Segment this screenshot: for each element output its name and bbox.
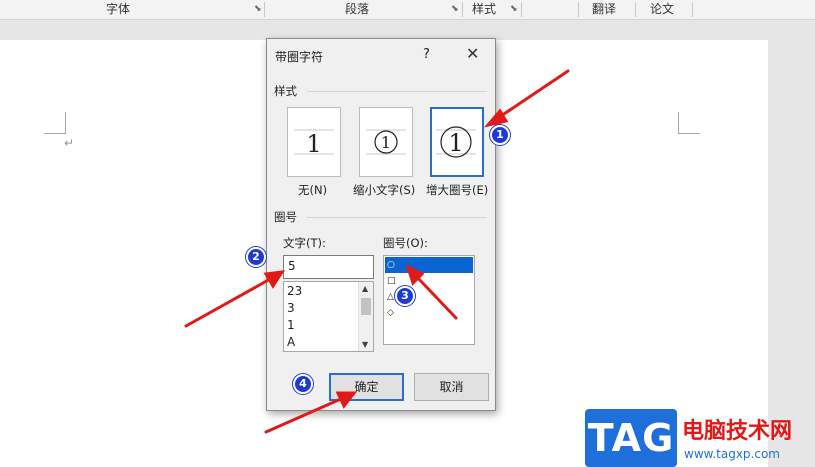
- style-option-shrink-label: 缩小文字(S): [353, 183, 416, 197]
- ribbon-separator: [264, 2, 265, 17]
- svg-text:1: 1: [381, 133, 391, 152]
- ok-button[interactable]: 确定: [329, 373, 404, 401]
- styles-dialog-launcher-icon[interactable]: ⬊: [510, 5, 519, 14]
- help-button[interactable]: ?: [423, 47, 430, 62]
- ribbon-separator: [692, 2, 693, 17]
- ribbon-separator: [578, 2, 579, 17]
- scroll-thumb[interactable]: [361, 298, 371, 315]
- ribbon-group-paragraph: 段落: [345, 2, 370, 16]
- svg-text:1: 1: [448, 129, 463, 157]
- watermark-url: www.tagxp.com: [684, 447, 780, 461]
- workspace-background: [768, 20, 815, 467]
- paragraph-dialog-launcher-icon[interactable]: ⬊: [451, 5, 460, 14]
- ribbon-group-translate: 翻译: [592, 2, 617, 16]
- ribbon-group-font: 字体: [106, 2, 131, 16]
- ribbon-group-paper: 论文: [650, 2, 675, 16]
- svg-text:1: 1: [306, 130, 321, 158]
- enclosure-item-diamond[interactable]: ◇: [385, 305, 473, 321]
- enclosure-item-square[interactable]: □: [385, 273, 473, 289]
- margin-corner-mark: [678, 112, 700, 134]
- enclosure-field-label: 圈号(O):: [383, 236, 428, 250]
- scroll-up-icon[interactable]: ▲: [362, 284, 368, 293]
- text-list-item[interactable]: 1: [287, 318, 295, 332]
- text-list-item[interactable]: 23: [287, 284, 302, 298]
- style-section-label: 样式: [274, 84, 297, 98]
- watermark-site-name: 电脑技术网: [682, 419, 793, 444]
- margin-corner-mark: [44, 112, 66, 134]
- text-input[interactable]: 5: [283, 255, 374, 279]
- ribbon-group-bar: 字体 ⬊ 段落 ⬊ 样式 ⬊ 翻译 论文: [0, 0, 815, 20]
- ribbon-group-styles: 样式: [472, 2, 497, 16]
- enclosure-section-label: 圈号: [274, 210, 297, 224]
- step-badge-2: 2: [246, 247, 266, 267]
- enclosure-item-circle[interactable]: ○: [385, 257, 473, 273]
- section-divider: [307, 91, 487, 92]
- ribbon-separator: [462, 2, 463, 17]
- style-shrink-preview: 1: [366, 129, 406, 155]
- cancel-button[interactable]: 取消: [414, 373, 489, 401]
- ribbon-separator: [635, 2, 636, 17]
- style-enlarge-preview: 1: [436, 126, 476, 158]
- step-badge-3: 3: [395, 286, 415, 306]
- text-list-scrollbar[interactable]: ▲ ▼: [358, 282, 373, 351]
- text-list-item[interactable]: 3: [287, 301, 295, 315]
- enclose-characters-dialog: 带圈字符 ? ✕ 样式 1 1 1 无(N) 缩小文字(S) 增大圈号(E) 圈…: [266, 38, 496, 411]
- text-list-item[interactable]: A: [287, 335, 295, 349]
- ribbon-separator: [521, 2, 522, 17]
- style-option-enlarge-label: 增大圈号(E): [426, 183, 489, 197]
- dialog-title: 带圈字符: [275, 50, 324, 64]
- style-none-preview: 1: [294, 129, 334, 158]
- section-divider: [307, 217, 487, 218]
- watermark-logo: TAG: [585, 409, 677, 467]
- font-dialog-launcher-icon[interactable]: ⬊: [254, 5, 263, 14]
- text-listbox[interactable]: 23 3 1 A ▲ ▼: [283, 281, 374, 352]
- paragraph-mark: ↵: [64, 136, 75, 150]
- text-field-label: 文字(T):: [283, 236, 326, 250]
- step-badge-1: 1: [490, 125, 510, 145]
- style-option-none[interactable]: 1: [287, 107, 341, 177]
- style-option-shrink-text[interactable]: 1: [359, 107, 413, 177]
- style-option-enlarge-symbol[interactable]: 1: [430, 107, 484, 177]
- scroll-down-icon[interactable]: ▼: [362, 340, 368, 349]
- site-watermark: TAG 电脑技术网 www.tagxp.com: [585, 409, 815, 467]
- style-option-none-label: 无(N): [298, 183, 328, 197]
- close-button[interactable]: ✕: [466, 44, 479, 63]
- step-badge-4: 4: [293, 374, 313, 394]
